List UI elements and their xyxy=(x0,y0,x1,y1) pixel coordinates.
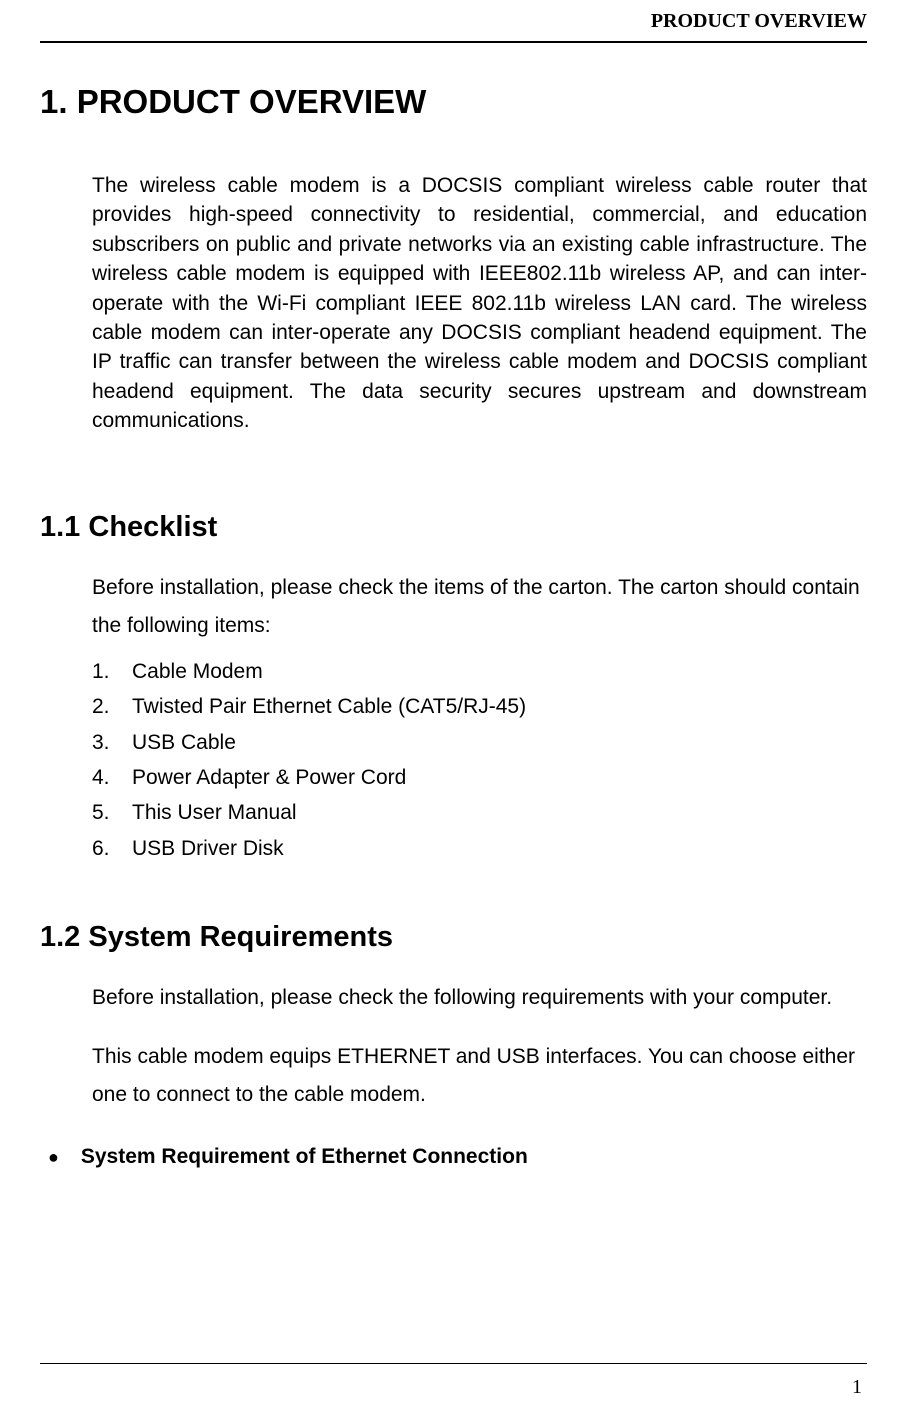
sysreq-para-2: This cable modem equips ETHERNET and USB… xyxy=(92,1038,867,1116)
list-item: 1. Cable Modem xyxy=(92,654,867,689)
list-item-text: Power Adapter & Power Cord xyxy=(132,760,406,795)
checklist: 1. Cable Modem 2. Twisted Pair Ethernet … xyxy=(92,654,867,866)
section-1-heading: 1. PRODUCT OVERVIEW xyxy=(40,83,867,121)
section-1-paragraph: The wireless cable modem is a DOCSIS com… xyxy=(92,171,867,436)
list-item-text: Twisted Pair Ethernet Cable (CAT5/RJ-45) xyxy=(132,689,526,724)
list-item-text: Cable Modem xyxy=(132,654,263,689)
section-1-1-heading: 1.1 Checklist xyxy=(40,511,867,544)
list-item: 2. Twisted Pair Ethernet Cable (CAT5/RJ-… xyxy=(92,689,867,724)
running-header: PRODUCT OVERVIEW xyxy=(40,0,867,43)
list-item-number: 4. xyxy=(92,760,132,795)
list-item-number: 6. xyxy=(92,831,132,866)
list-item: 3. USB Cable xyxy=(92,725,867,760)
checklist-intro: Before installation, please check the it… xyxy=(92,569,867,647)
page-number: 1 xyxy=(852,1376,862,1399)
list-item-text: USB Driver Disk xyxy=(132,831,284,866)
running-title: PRODUCT OVERVIEW xyxy=(651,10,867,32)
list-item-number: 1. xyxy=(92,654,132,689)
list-item-number: 3. xyxy=(92,725,132,760)
footer-rule xyxy=(40,1363,867,1364)
list-item: 5. This User Manual xyxy=(92,795,867,830)
sysreq-para-1: Before installation, please check the fo… xyxy=(92,979,867,1018)
list-item-number: 2. xyxy=(92,689,132,724)
list-item-text: USB Cable xyxy=(132,725,236,760)
bullet-icon: ● xyxy=(48,1147,59,1168)
list-item: 4. Power Adapter & Power Cord xyxy=(92,760,867,795)
list-item: 6. USB Driver Disk xyxy=(92,831,867,866)
list-item-number: 5. xyxy=(92,795,132,830)
list-item-text: This User Manual xyxy=(132,795,297,830)
bullet-heading-text: System Requirement of Ethernet Connectio… xyxy=(81,1145,528,1169)
bullet-heading: ● System Requirement of Ethernet Connect… xyxy=(40,1145,867,1169)
section-1-2-heading: 1.2 System Requirements xyxy=(40,921,867,954)
